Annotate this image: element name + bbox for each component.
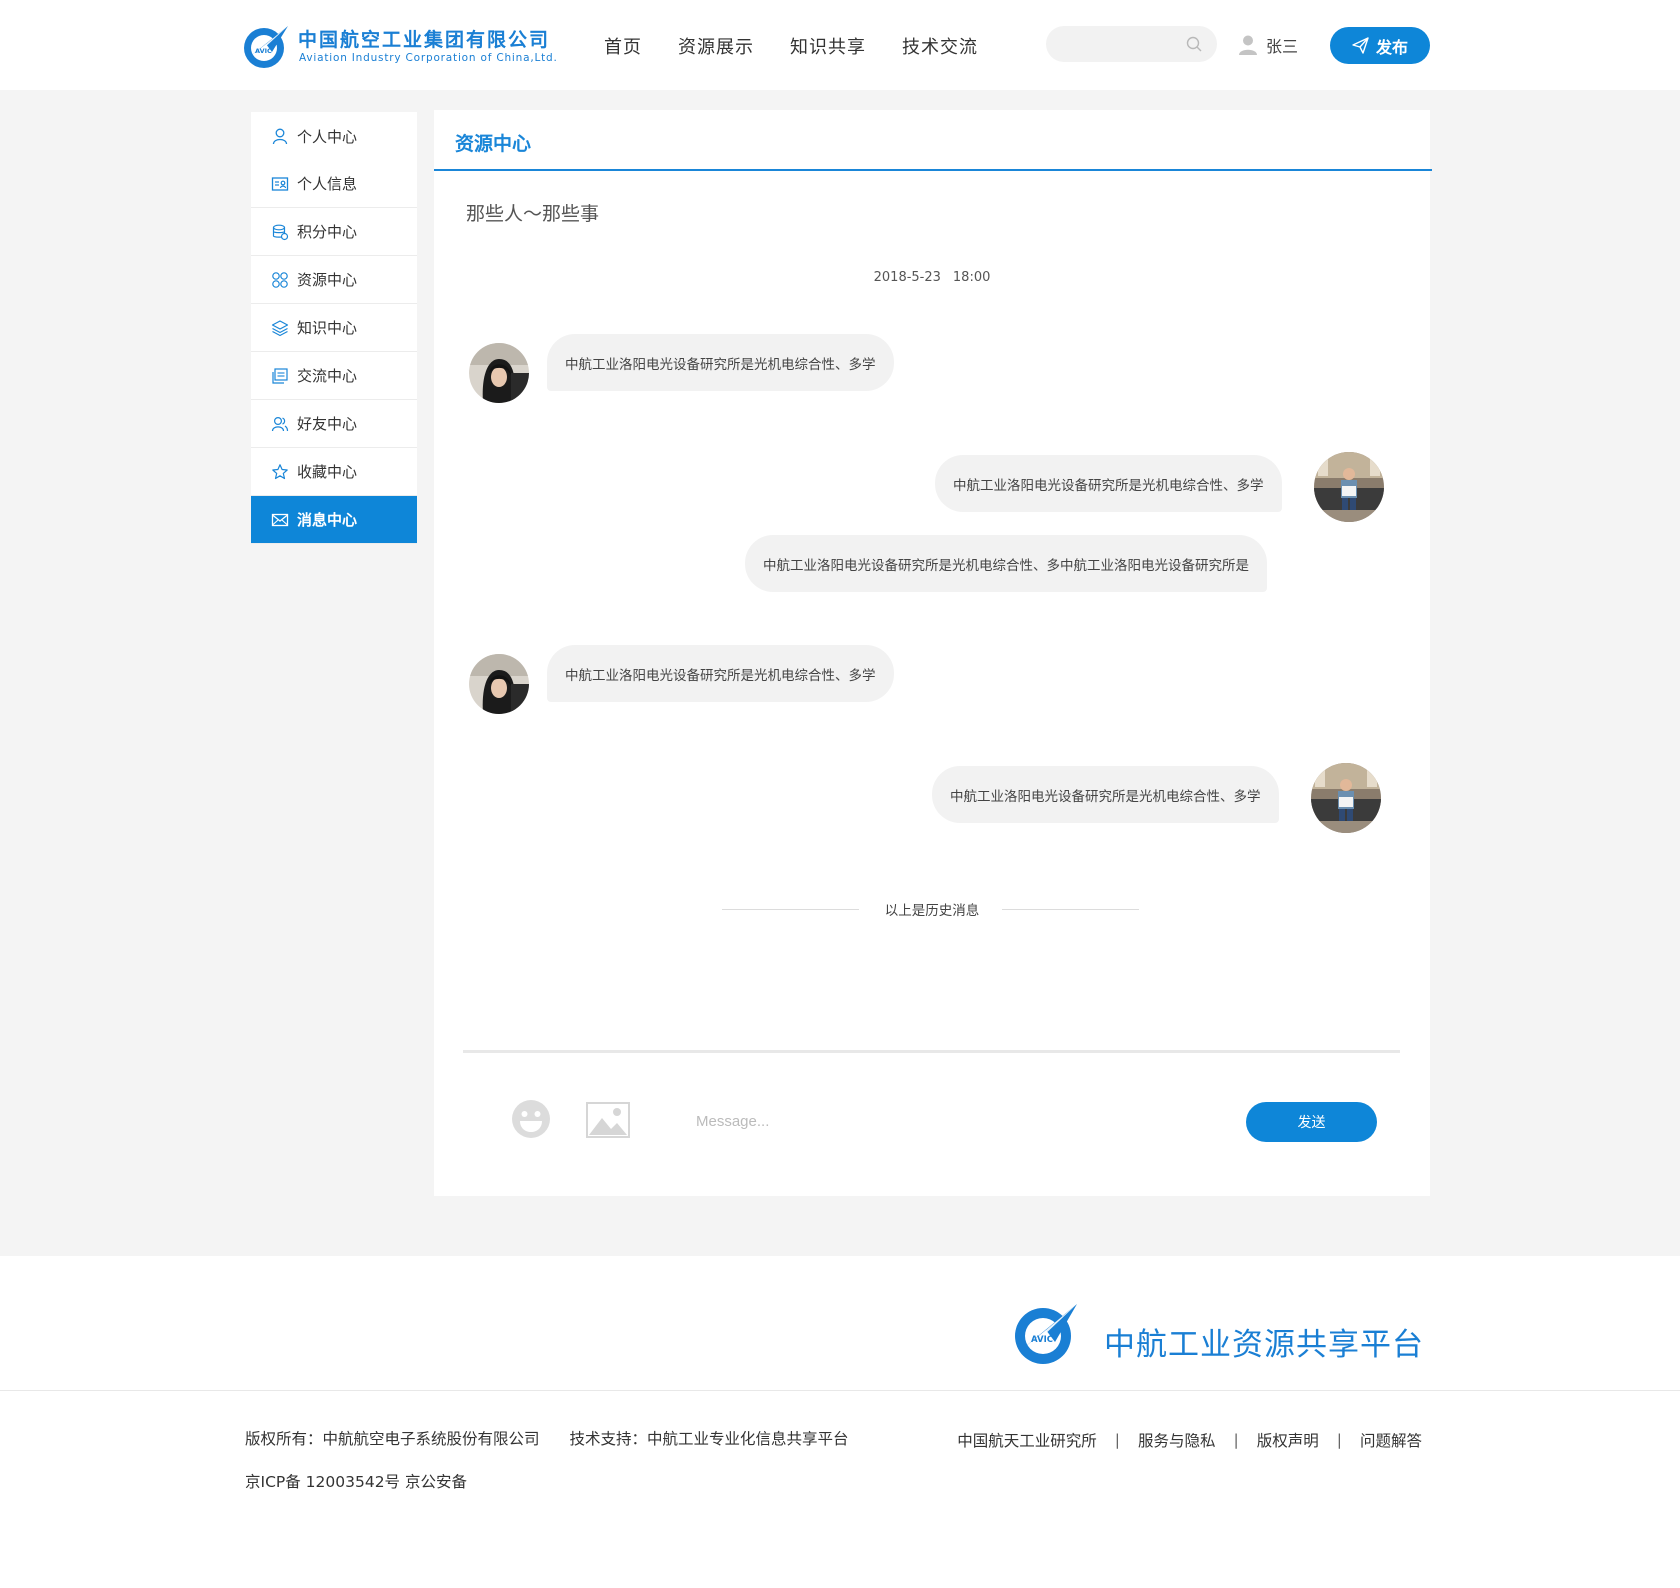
coins-icon [272, 224, 289, 240]
search-icon[interactable] [1185, 35, 1203, 53]
search-box [1046, 26, 1217, 62]
user-menu[interactable]: 张三 [1238, 33, 1298, 57]
footer-copyright: 版权所有：中航航空电子系统股份有限公司 [245, 1430, 540, 1448]
footer-copyright-row: 版权所有：中航航空电子系统股份有限公司 技术支持：中航工业专业化信息共享平台 [245, 1427, 879, 1449]
user-icon [1239, 35, 1257, 55]
avic-logo[interactable]: AVIC 中国航空工业集团有限公司 Aviation Industry Corp… [242, 22, 562, 70]
footer-link-privacy[interactable]: 服务与隐私 [1138, 1429, 1216, 1451]
panel-header: 资源中心 [434, 110, 1432, 171]
avatar-self[interactable] [1314, 452, 1384, 522]
footer-separator: | [1336, 1431, 1342, 1449]
sidebar-item-points[interactable]: 积分中心 [251, 208, 417, 256]
sidebar-item-friends[interactable]: 好友中心 [251, 400, 417, 448]
content-panel: 资源中心 那些人～那些事 2018-5-23 18:00 中航工业洛阳电光设备研究… [434, 110, 1432, 1196]
avatar-self[interactable] [1311, 763, 1381, 833]
paper-plane-icon [1352, 37, 1369, 54]
grid-circles-icon [272, 271, 288, 288]
emoji-icon[interactable] [511, 1099, 551, 1139]
panel-title: 资源中心 [455, 133, 532, 155]
envelope-icon [271, 513, 289, 526]
sidebar-item-resources[interactable]: 资源中心 [251, 256, 417, 304]
avatar-other[interactable] [469, 343, 529, 403]
nav-tech-exchange[interactable]: 技术交流 [902, 33, 978, 59]
sidebar-item-messages[interactable]: 消息中心 [251, 496, 417, 544]
sidebar-item-label: 积分中心 [297, 223, 358, 241]
sidebar-item-favorites[interactable]: 收藏中心 [251, 448, 417, 496]
message-bubble: 中航工业洛阳电光设备研究所是光机电综合性、多中航工业洛阳电光设备研究所是 [745, 535, 1267, 592]
sidebar-item-exchange[interactable]: 交流中心 [251, 352, 417, 400]
sidebar-item-label: 收藏中心 [297, 463, 358, 481]
footer-separator: | [1114, 1431, 1120, 1449]
chat-date: 2018-5-23 [873, 270, 941, 285]
logo-company-name-en: Aviation Industry Corporation of China,L… [299, 52, 558, 64]
sidebar-item-label: 交流中心 [297, 367, 358, 385]
footer-brand-name: 中航工业资源共享平台 [1104, 1327, 1424, 1363]
chat-title: 那些人～那些事 [466, 203, 600, 225]
sidebar-item-personal-center[interactable]: 个人中心 [251, 112, 417, 160]
message-bubble: 中航工业洛阳电光设备研究所是光机电综合性、多学 [932, 766, 1279, 823]
footer-separator: | [1233, 1431, 1239, 1449]
avic-emblem-icon: AVIC [1015, 1304, 1077, 1364]
footer-divider [0, 1390, 1680, 1391]
sidebar-item-label: 个人信息 [297, 175, 358, 193]
friends-icon [271, 416, 289, 431]
publish-label: 发布 [1375, 37, 1408, 57]
logo-badge-text: AVIC [255, 47, 272, 55]
footer-icp: 京ICP备 12003542号 京公安备 [245, 1473, 467, 1491]
nav-home[interactable]: 首页 [604, 33, 642, 59]
avatar-other[interactable] [469, 654, 529, 714]
main-nav: 首页 资源展示 知识共享 技术交流 [604, 33, 1014, 59]
sidebar-item-knowledge[interactable]: 知识中心 [251, 304, 417, 352]
username: 张三 [1266, 37, 1299, 56]
message-input[interactable] [696, 1109, 1196, 1133]
star-icon [272, 463, 288, 479]
nav-resources[interactable]: 资源展示 [678, 33, 754, 59]
chat-time: 18:00 [952, 270, 991, 285]
message-bubble: 中航工业洛阳电光设备研究所是光机电综合性、多学 [547, 334, 894, 391]
chat-timestamp: 2018-5-23 18:00 [434, 270, 1430, 285]
footer-link-institute[interactable]: 中国航天工业研究所 [957, 1429, 1097, 1451]
footer-links: 中国航天工业研究所 | 服务与隐私 | 版权声明 | 问题解答 [957, 1429, 1422, 1451]
send-button[interactable]: 发送 [1246, 1102, 1377, 1142]
logo-company-name: 中国航空工业集团有限公司 [298, 29, 551, 51]
sidebar: 个人中心 个人信息 积分中心 资源中心 知识中心 交流中心 好友中心 收藏中心 … [251, 112, 417, 544]
footer-tech-support: 技术支持：中航工业专业化信息共享平台 [569, 1430, 849, 1448]
search-input[interactable] [1060, 34, 1180, 54]
layers-icon [271, 319, 289, 336]
composer-divider [463, 1050, 1400, 1053]
publish-button[interactable]: 发布 [1330, 27, 1430, 64]
nav-knowledge[interactable]: 知识共享 [790, 33, 866, 59]
footer-link-copyright[interactable]: 版权声明 [1257, 1429, 1319, 1451]
history-divider: 以上是历史消息 [434, 899, 1430, 919]
sidebar-item-label: 好友中心 [297, 415, 358, 433]
history-line-right [1002, 909, 1139, 910]
avic-emblem-icon: AVIC [244, 26, 288, 68]
sidebar-item-label: 资源中心 [297, 271, 358, 289]
sidebar-item-label: 消息中心 [297, 511, 358, 529]
id-card-icon [271, 176, 289, 191]
message-bubble: 中航工业洛阳电光设备研究所是光机电综合性、多学 [935, 455, 1282, 512]
footer-link-faq[interactable]: 问题解答 [1360, 1429, 1422, 1451]
message-bubble: 中航工业洛阳电光设备研究所是光机电综合性、多学 [547, 645, 894, 702]
sidebar-item-label: 知识中心 [297, 319, 358, 337]
sidebar-item-personal-info[interactable]: 个人信息 [251, 160, 417, 208]
top-header: AVIC 中国航空工业集团有限公司 Aviation Industry Corp… [0, 0, 1680, 90]
footer-brand: AVIC 中航工业资源共享平台 [1013, 1300, 1433, 1370]
person-icon [272, 128, 288, 145]
history-label: 以上是历史消息 [884, 903, 980, 919]
footer-badge-text: AVIC [1031, 1335, 1053, 1345]
image-icon[interactable] [586, 1102, 630, 1138]
chat-list-icon [272, 367, 288, 384]
sidebar-item-label: 个人中心 [297, 127, 358, 146]
